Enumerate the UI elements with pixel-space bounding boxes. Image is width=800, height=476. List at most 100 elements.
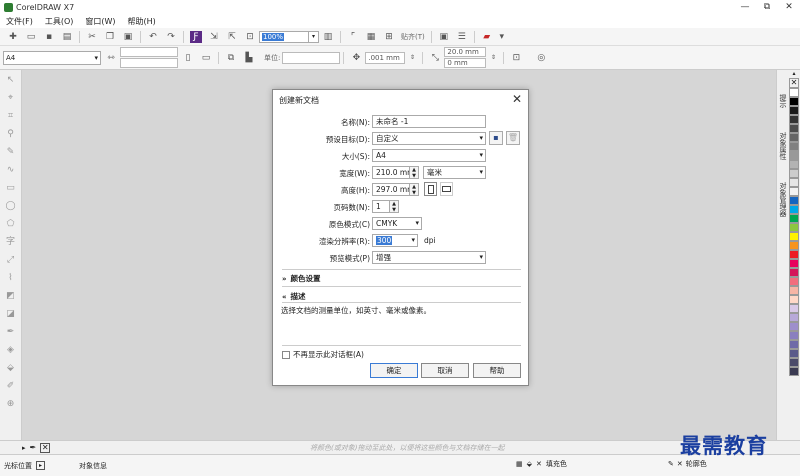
palette-scroll-up-icon[interactable]: ▴ [788, 70, 800, 78]
open-icon[interactable]: ▭ [25, 31, 37, 43]
close-window-button[interactable]: ✕ [778, 0, 800, 14]
palette-swatch[interactable] [789, 349, 799, 358]
description-toggle[interactable]: «描述 [282, 291, 306, 302]
palette-swatch[interactable] [789, 277, 799, 286]
width-field[interactable]: 210.0 mm [372, 166, 410, 179]
color-eyedropper-icon[interactable]: ✒ [4, 325, 18, 339]
color-styles-icon[interactable]: ▦ [516, 460, 523, 468]
redo-icon[interactable]: ↷ [165, 31, 177, 43]
menu-file[interactable]: 文件(F) [6, 16, 33, 27]
dont-show-checkbox[interactable] [282, 350, 290, 359]
rulers-icon[interactable]: ⌜ [347, 31, 359, 43]
palette-color-no-fill[interactable]: ✕ [789, 78, 799, 88]
landscape-orientation-button[interactable] [440, 182, 453, 196]
restore-button[interactable]: ⧉ [756, 0, 778, 14]
ellipse-tool-icon[interactable]: ◯ [4, 199, 18, 213]
artistic-media-icon[interactable]: ∿ [4, 163, 18, 177]
units-select[interactable] [282, 51, 341, 64]
print-icon[interactable]: ▤ [61, 31, 73, 43]
help-button[interactable]: 帮助 [473, 363, 521, 378]
palette-swatch[interactable] [789, 358, 799, 367]
parallel-dimension-icon[interactable]: ⤢ [4, 253, 18, 267]
snap-to-dropdown[interactable]: 贴齐(T) [401, 32, 425, 42]
docker-tab-object-manager[interactable]: 对象管理器 [778, 182, 788, 217]
outline-pen-icon[interactable]: ✐ [4, 379, 18, 393]
palette-swatch[interactable] [789, 124, 799, 133]
palette-swatch[interactable] [789, 187, 799, 196]
palette-swatch[interactable] [789, 214, 799, 223]
palette-swatch[interactable] [789, 340, 799, 349]
palette-swatch[interactable] [789, 232, 799, 241]
zoom-level-input[interactable]: 100% [259, 30, 309, 43]
palette-swatch[interactable] [789, 106, 799, 115]
height-spin-icon[interactable]: ▲ ▼ [410, 183, 419, 196]
export-icon[interactable]: ⇱ [226, 31, 238, 43]
duplicate-x-input[interactable]: 20.0 mm [444, 47, 487, 57]
menu-window[interactable]: 窗口(W) [85, 16, 115, 27]
palette-swatch[interactable] [789, 304, 799, 313]
minimize-button[interactable]: — [734, 0, 756, 14]
palette-swatch[interactable] [789, 322, 799, 331]
delete-preset-icon[interactable]: 🗑 [506, 131, 520, 145]
freehand-tool-icon[interactable]: ✎ [4, 145, 18, 159]
current-page-icon[interactable]: ▙ [243, 52, 255, 64]
outline-pen-status-icon[interactable]: ✎ [668, 460, 674, 468]
resolution-select[interactable]: 300 [372, 234, 418, 247]
page-width-field[interactable] [120, 47, 178, 57]
crop-tool-icon[interactable]: ⌗ [4, 109, 18, 123]
cut-icon[interactable]: ✂ [86, 31, 98, 43]
smart-fill-icon[interactable]: ⬙ [4, 361, 18, 375]
duplicate-y-input[interactable]: 0 mm [444, 58, 487, 68]
palette-swatch[interactable] [789, 169, 799, 178]
nudge-spin-icon[interactable]: ⇕ [408, 52, 416, 64]
palette-swatch[interactable] [789, 151, 799, 160]
docker-tab-hints[interactable]: 提示 [778, 94, 788, 108]
page-nav-icon[interactable]: ▸ [22, 444, 26, 452]
unit-select[interactable]: 毫米 [423, 166, 486, 179]
nudge-distance-input[interactable]: .001 mm [365, 51, 406, 64]
zoom-dropdown-icon[interactable]: ▾ [309, 30, 319, 43]
all-pages-icon[interactable]: ⧉ [225, 52, 237, 64]
polygon-tool-icon[interactable]: ⬠ [4, 217, 18, 231]
options-icon[interactable]: ☰ [456, 31, 468, 43]
grid-icon[interactable]: ▦ [365, 31, 377, 43]
pages-spin-icon[interactable]: ▲ ▼ [390, 200, 399, 213]
dont-show-again-row[interactable]: 不再显示此对话框(A) [282, 349, 364, 360]
palette-swatch[interactable] [789, 196, 799, 205]
palette-swatch[interactable] [789, 97, 799, 106]
eyedropper-icon[interactable]: ✒ [30, 443, 37, 452]
palette-swatch[interactable] [789, 160, 799, 169]
publish-pdf-icon[interactable]: ⊡ [244, 31, 256, 43]
palette-swatch[interactable] [789, 313, 799, 322]
palette-swatch[interactable] [789, 133, 799, 142]
full-screen-icon[interactable]: ▥ [322, 31, 334, 43]
text-tool-icon[interactable]: 字 [4, 235, 18, 249]
copy-icon[interactable]: ❐ [104, 31, 116, 43]
preview-select[interactable]: 增强 [372, 251, 486, 264]
color-settings-toggle[interactable]: » 颜色设置 [282, 273, 321, 284]
colormode-select[interactable]: CMYK [372, 217, 422, 230]
menu-help[interactable]: 帮助(H) [128, 16, 156, 27]
palette-swatch[interactable] [789, 241, 799, 250]
palette-swatch[interactable] [789, 250, 799, 259]
name-field[interactable]: 未命名 -1 [372, 115, 486, 128]
palette-swatch[interactable] [789, 142, 799, 151]
fill-bucket-icon[interactable]: ⬙ [527, 460, 532, 468]
palette-swatch[interactable] [789, 367, 799, 376]
ok-button[interactable]: 确定 [370, 363, 418, 378]
page-height-field[interactable] [120, 58, 178, 68]
palette-swatch[interactable] [789, 259, 799, 268]
add-tool-icon[interactable]: ⊕ [4, 397, 18, 411]
no-color-swatch[interactable]: ✕ [40, 442, 51, 453]
shape-tool-icon[interactable]: ⌖ [4, 91, 18, 105]
new-document-icon[interactable]: ✚ [7, 31, 19, 43]
palette-swatch[interactable] [789, 115, 799, 124]
save-preset-icon[interactable]: ▪ [489, 131, 503, 145]
transparency-tool-icon[interactable]: ◪ [4, 307, 18, 321]
paste-icon[interactable]: ▣ [122, 31, 134, 43]
treat-as-filled-icon[interactable]: ⊡ [510, 52, 522, 64]
pages-field[interactable]: 1 [372, 200, 390, 213]
palette-swatch[interactable] [789, 295, 799, 304]
cancel-button[interactable]: 取消 [421, 363, 469, 378]
palette-swatch[interactable] [789, 286, 799, 295]
